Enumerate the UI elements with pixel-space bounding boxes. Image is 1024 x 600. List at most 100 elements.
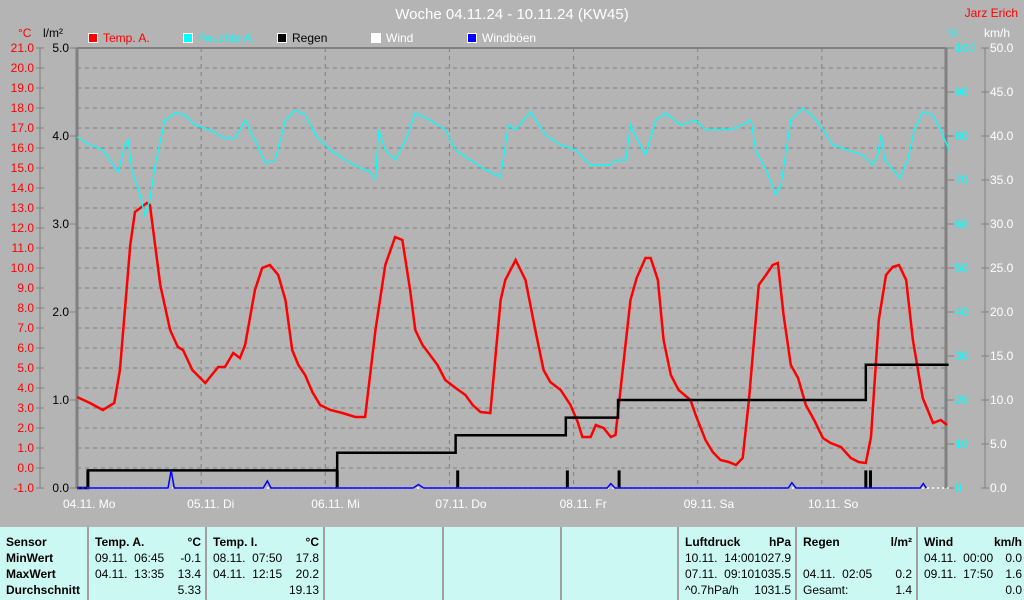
temp-tick-label: 18.0 [11,101,35,115]
temp-tick-label: 15.0 [11,161,35,175]
wind-tick-label: 10.0 [990,393,1014,407]
legend-label: Windböen [482,31,537,45]
temp-tick-label: 20.0 [11,61,35,75]
panel-title: Regen [803,535,840,549]
max-time: 04.11. 02:05 [803,567,873,581]
legend-temp: Temp. A. [88,31,150,45]
legend-swatch [467,33,477,43]
panel-unit: km/h [993,535,1022,549]
wind-tick-label: 40.0 [990,129,1014,143]
wind-tick-label: 30.0 [990,217,1014,231]
humidity-tick-label: 0 [955,481,962,495]
rain-tick-label: 3.0 [52,217,69,231]
avg-value: 0.0 [1005,583,1022,597]
series-windb-en-line [77,470,927,489]
humidity-tick-label: 30 [955,349,969,363]
wind-tick-label: 20.0 [990,305,1014,319]
x-tick-label: 10.11. So [808,497,859,511]
wind-tick-label: 35.0 [990,173,1014,187]
wind-tick-label: 5.0 [990,437,1007,451]
panel-unit: °C [305,535,319,549]
avg-value: 5.33 [177,583,201,597]
max-label: MaxWert [6,567,56,581]
x-tick-label: 05.11. Di [187,497,234,511]
wind-unit: km/h [984,26,1011,40]
rain-tick-label: 2.0 [52,305,69,319]
wind-tick-label: 0.0 [990,481,1007,495]
min-time: 08.11. 07:50 [213,551,283,565]
temp-tick-label: 5.0 [17,361,34,375]
panel-unit: °C [187,535,201,549]
temp-tick-label: 16.0 [11,141,35,155]
temp-tick-label: 8.0 [17,301,34,315]
legend-label: Feuchte A. [198,31,256,45]
temp-tick-label: 12.0 [11,221,35,235]
legend-swatch [371,33,381,43]
max-time: 04.11. 13:35 [95,567,165,581]
temp-a-panel: Temp. A. °C 09.11. 06:45 -0.1 04.11. 13:35… [87,527,205,600]
min-label: MinWert [6,551,54,565]
avg-value: 19.13 [288,583,319,597]
temp-tick-label: 9.0 [17,281,34,295]
wind-tick-label: 50.0 [990,41,1014,55]
empty-panel [323,527,442,600]
temp-tick-label: 2.0 [17,421,34,435]
trend-value: ^0.7hPa/h [685,583,739,597]
humidity-tick-label: 80 [955,129,969,143]
temp-tick-label: 0.0 [17,461,34,475]
legend-label: Wind [386,31,414,45]
x-tick-label: 06.11. Mi [311,497,359,511]
temp-tick-label: 10.0 [11,261,35,275]
max-time: 04.11. 12:15 [213,567,283,581]
legend-swatch [183,33,193,43]
avg-value: 1031.5 [754,583,791,597]
temp-tick-label: -1.0 [13,481,34,495]
temp-tick-label: 14.0 [11,181,35,195]
panel-title: Temp. I. [213,535,258,549]
humidity-tick-label: 50 [955,261,969,275]
x-tick-label: 04.11. Mo [63,497,116,511]
max-value: 13.4 [177,567,201,581]
max-value: 1.6 [1005,567,1022,581]
max-value: 20.2 [295,567,319,581]
rain-tick-label: 5.0 [52,41,69,55]
author-label: Jarz Erich [964,6,1018,20]
legend-wind: Wind [371,31,413,45]
statistics-table: Sensor MinWert MaxWert Durchschnitt Temp… [0,527,1024,600]
humidity-unit: % [948,26,959,40]
temp-tick-label: 17.0 [11,121,35,135]
max-value: 0.2 [895,567,912,581]
temp-tick-label: 13.0 [11,201,35,215]
humidity-tick-label: 70 [955,173,969,187]
legend-swatch [88,33,98,43]
legend-rain: Regen [277,31,327,45]
wind-tick-label: 25.0 [990,261,1014,275]
temp-i-panel: Temp. I. °C 08.11. 07:50 17.8 04.11. 12:15… [205,527,323,600]
min-value: 1027.9 [754,551,791,565]
max-time: 07.11. 09:10 [685,567,755,581]
wind-tick-label: 15.0 [990,349,1014,363]
temp-tick-label: 6.0 [17,341,34,355]
weather-chart: 04.11. Mo 05.11. Di 06.11. Mi 07.11. Do 08.1… [11,41,1014,511]
pressure-panel: Luftdruck hPa 10.11. 14:00 1027.9 07.11. 0… [677,527,795,600]
max-time: 09.11. 17:50 [924,567,994,581]
temp-tick-label: 21.0 [11,41,35,55]
x-tick-label: 07.11. Do [435,497,486,511]
panel-unit: hPa [768,535,791,549]
series-feuchte-a-line [76,106,950,218]
humidity-tick-label: 100 [955,41,975,55]
empty-panel [560,527,677,600]
temp-tick-label: 3.0 [17,401,34,415]
legend-humidity: Feuchte A. [183,31,255,45]
humidity-tick-label: 20 [955,393,969,407]
min-value: 17.8 [295,551,319,565]
min-time: 10.11. 14:00 [685,551,755,565]
total-value: 1.4 [895,583,912,597]
min-time: 04.11. 00:00 [924,551,994,565]
max-value: 1035.5 [754,567,791,581]
total-label: Gesamt: [803,583,849,597]
temp-unit: °C [18,26,32,40]
humidity-tick-label: 60 [955,217,969,231]
series-temp-a-line [76,201,948,467]
legend-label: Regen [292,31,328,45]
